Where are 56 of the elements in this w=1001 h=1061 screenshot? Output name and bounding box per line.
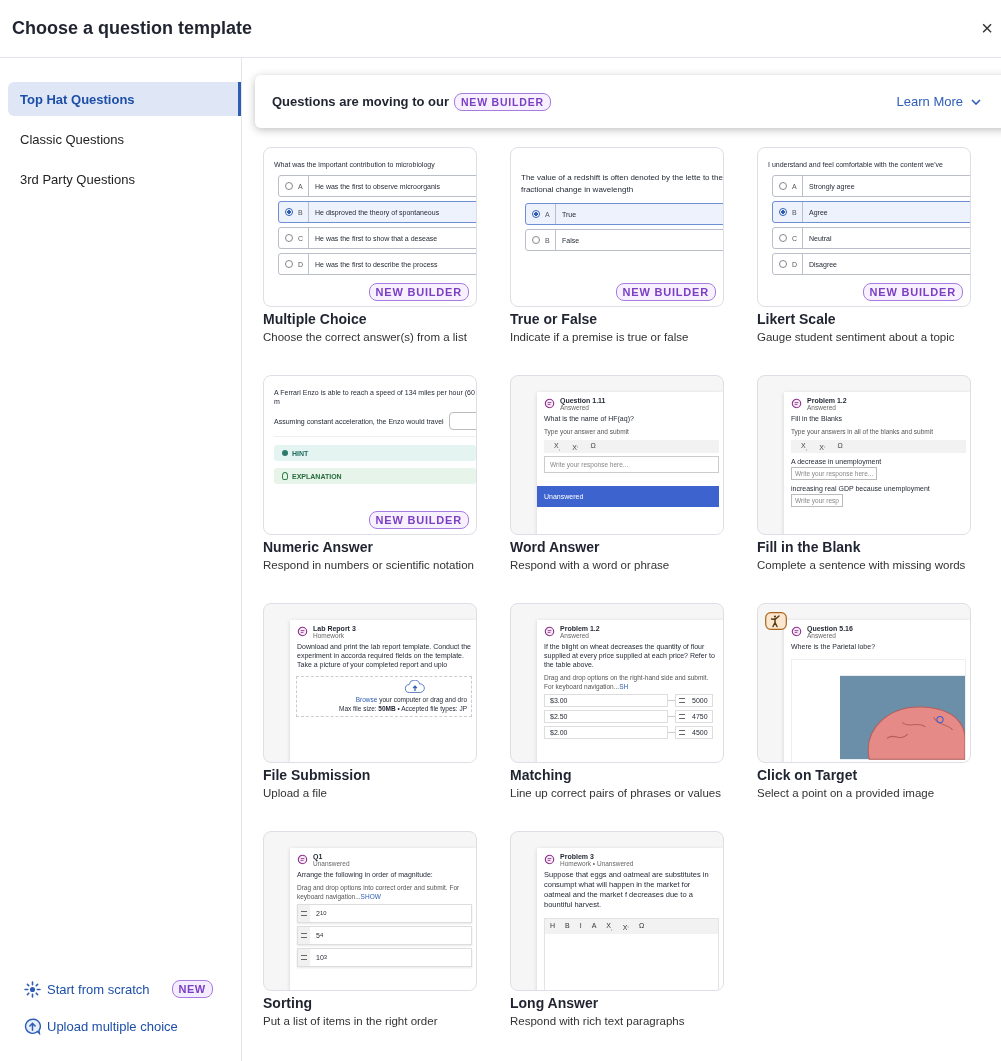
sidebar-item[interactable]: 3rd Party Questions [8, 162, 241, 196]
template-title: Multiple Choice [263, 311, 368, 327]
template-title: Word Answer [510, 539, 601, 555]
template-thumbnail[interactable] [510, 831, 724, 991]
chat-icon [544, 854, 555, 865]
template-description: Select a point on a provided image [757, 787, 936, 799]
template-thumbnail[interactable] [263, 147, 477, 307]
sparkle-icon [24, 980, 41, 998]
dialog-title: Choose a question template [12, 18, 253, 39]
learn-more-link[interactable]: Learn More [896, 94, 981, 109]
template-description: Respond with a word or phrase [510, 559, 671, 571]
template-thumbnail[interactable] [510, 603, 724, 763]
new-badge: NEW [171, 980, 213, 998]
chat-icon [791, 398, 802, 409]
chat-icon [544, 626, 555, 637]
upload-icon [24, 1018, 41, 1035]
chat-icon [544, 398, 555, 409]
new-builder-badge: NEW BUILDER [862, 283, 963, 301]
template-description: Indicate if a premise is true or false [510, 331, 690, 343]
template-description: Choose the correct answer(s) from a list [263, 331, 468, 343]
new-builder-badge: NEW BUILDER [615, 283, 716, 301]
template-title: Click on Target [757, 767, 859, 783]
answer-field [448, 412, 476, 431]
chat-icon [791, 626, 802, 637]
chevron-down-icon [971, 98, 981, 105]
action-link[interactable]: Start from scratch [47, 981, 150, 997]
sidebar-item[interactable]: Top Hat Questions [8, 82, 241, 116]
chat-icon [297, 854, 308, 865]
template-title: True or False [510, 311, 599, 327]
action-link[interactable]: Upload multiple choice [47, 1019, 178, 1034]
template-thumbnail[interactable] [757, 375, 971, 535]
template-description: Respond in numbers or scientific notation [263, 559, 475, 571]
template-description: Gauge student sentiment about a topic [757, 331, 956, 343]
close-button[interactable]: × [979, 17, 995, 40]
chat-icon [297, 626, 308, 637]
template-title: Long Answer [510, 995, 600, 1011]
template-description: Put a list of items in the right order [263, 1015, 439, 1027]
template-title: Likert Scale [757, 311, 837, 327]
template-title: Sorting [263, 995, 313, 1011]
accessibility-icon [765, 612, 787, 630]
template-thumbnail[interactable] [263, 603, 477, 763]
template-title: Fill in the Blank [757, 539, 862, 555]
template-description: Complete a sentence with missing words [757, 559, 967, 571]
template-description: Line up correct pairs of phrases or values [510, 787, 722, 799]
sidebar-item[interactable]: Classic Questions [8, 122, 241, 156]
new-builder-badge: NEW BUILDER [368, 283, 469, 301]
new-builder-badge: NEW BUILDER [368, 511, 469, 529]
question-text: The value of a redshift is often denoted by the lette to the fractional change in wavelength [521, 172, 723, 196]
template-title: File Submission [263, 767, 372, 783]
new-builder-badge: NEW BUILDER [453, 92, 551, 111]
template-description: Upload a file [263, 787, 328, 799]
template-title: Numeric Answer [263, 539, 374, 555]
template-title: Matching [510, 767, 573, 783]
template-description: Respond with rich text paragraphs [510, 1015, 686, 1027]
banner-text: Questions are moving to our [272, 94, 449, 109]
cloud-upload-icon [403, 680, 427, 695]
